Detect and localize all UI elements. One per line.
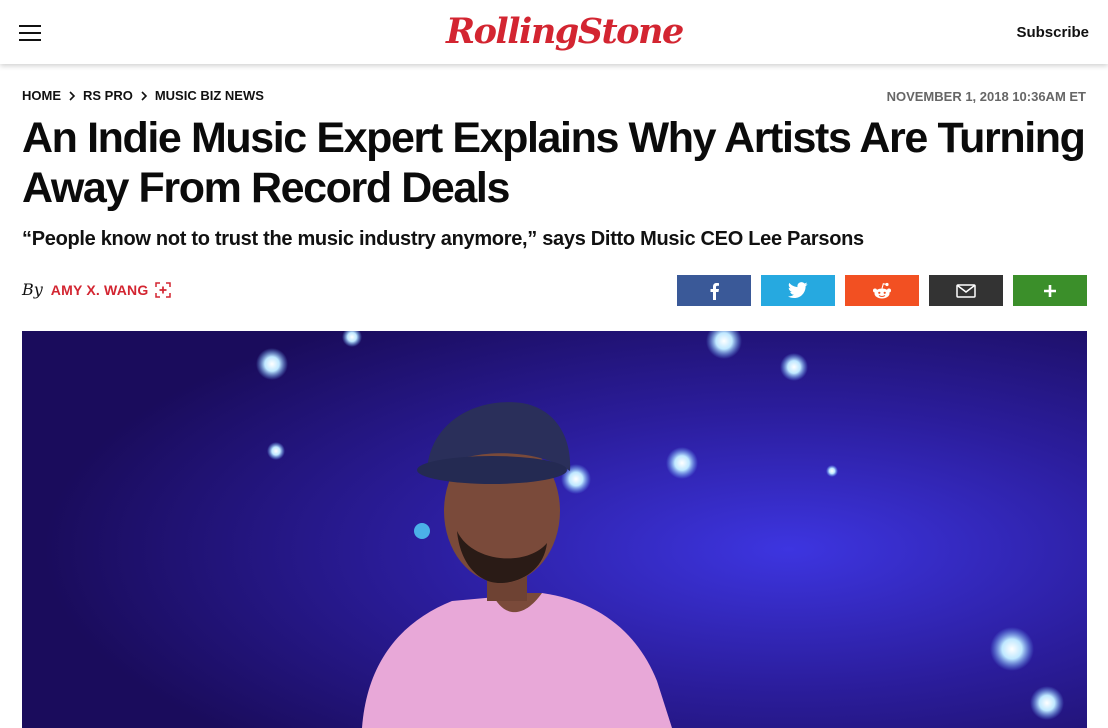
facebook-share-button[interactable] — [677, 275, 751, 306]
plus-icon — [1044, 284, 1056, 297]
breadcrumb-music-biz-news[interactable]: MUSIC BIZ NEWS — [155, 88, 264, 103]
breadcrumb: HOME RS PRO MUSIC BIZ NEWS — [22, 88, 264, 103]
reddit-share-button[interactable] — [845, 275, 919, 306]
byline: By AMY X. WANG — [22, 280, 172, 299]
publish-timestamp: NOVEMBER 1, 2018 10:36AM ET — [886, 89, 1086, 104]
subscribe-link[interactable]: Subscribe — [1016, 24, 1089, 41]
article-dek: “People know not to trust the music indu… — [22, 228, 864, 250]
twitter-share-button[interactable] — [761, 275, 835, 306]
article-headline: An Indie Music Expert Explains Why Artis… — [22, 114, 1086, 212]
rolling-stone-logo[interactable]: RollingStone — [446, 10, 684, 54]
hero-photo — [22, 331, 1087, 728]
more-share-button[interactable] — [1013, 275, 1087, 306]
share-bar — [677, 275, 1087, 306]
breadcrumb-home[interactable]: HOME — [22, 88, 61, 103]
email-icon — [956, 283, 976, 298]
follow-plus-icon[interactable] — [155, 281, 172, 298]
byline-by-label: By — [22, 280, 43, 299]
hamburger-menu-icon[interactable] — [19, 25, 41, 41]
author-link[interactable]: AMY X. WANG — [51, 282, 149, 298]
breadcrumb-rs-pro[interactable]: RS PRO — [83, 88, 133, 103]
hero-image[interactable] — [22, 331, 1087, 728]
chevron-right-icon — [69, 90, 76, 101]
chevron-right-icon — [141, 90, 147, 101]
twitter-icon — [788, 282, 808, 298]
reddit-icon — [873, 282, 891, 298]
site-header: RollingStone Subscribe — [0, 0, 1108, 64]
facebook-icon — [710, 282, 719, 300]
email-share-button[interactable] — [929, 275, 1003, 306]
